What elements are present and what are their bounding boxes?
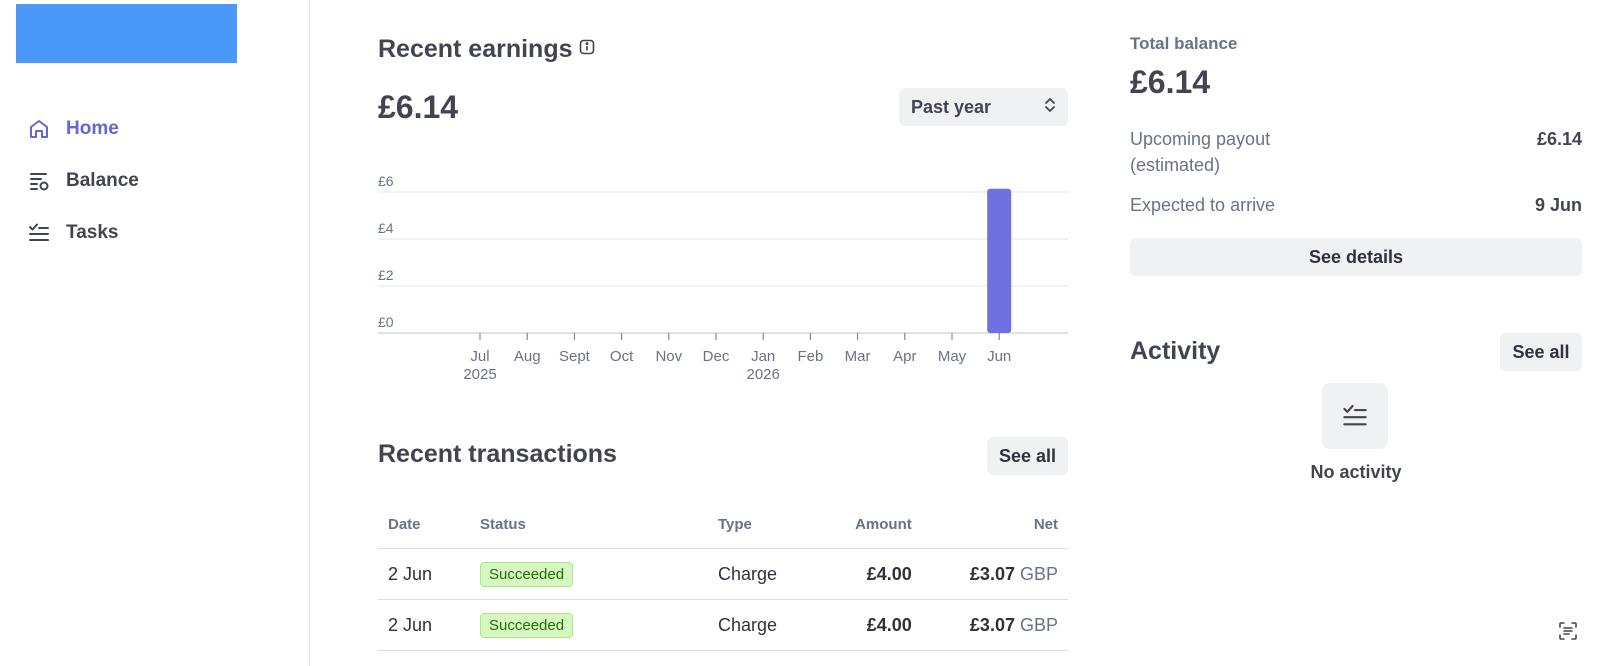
sidebar: Home Balance Tasks xyxy=(0,0,310,666)
home-icon xyxy=(26,116,52,142)
empty-activity-text: No activity xyxy=(1310,462,1402,482)
status-badge: Succeeded xyxy=(480,612,574,638)
activity-see-all-button[interactable]: See all xyxy=(1500,333,1582,371)
column-header-date: Date xyxy=(378,500,470,549)
tasks-icon xyxy=(26,220,52,246)
cell-type: Charge xyxy=(708,599,818,651)
transactions-title: Recent transactions xyxy=(378,440,617,468)
activity-title: Activity xyxy=(1130,337,1221,365)
upcoming-payout-sublabel: (estimated) xyxy=(1130,155,1221,175)
sidebar-item-label: Tasks xyxy=(66,222,119,243)
transactions-see-all-button[interactable]: See all xyxy=(987,437,1068,475)
table-row[interactable]: 2 Jun Succeeded Charge £4.00 £3.07 GBP xyxy=(378,599,1068,651)
earnings-title: Recent earnings xyxy=(378,35,573,63)
sidebar-item-tasks[interactable]: Tasks xyxy=(26,218,118,248)
tasks-icon xyxy=(1322,383,1388,449)
x-tick-label: Jan xyxy=(751,348,775,365)
y-tick-label: £6 xyxy=(378,173,394,189)
y-tick-label: £2 xyxy=(378,267,394,283)
cell-type: Charge xyxy=(708,548,818,600)
cell-date: 2 Jun xyxy=(378,599,470,651)
see-details-button[interactable]: See details xyxy=(1130,238,1582,276)
column-header-status: Status xyxy=(470,500,708,549)
date-range-value: Past year xyxy=(911,96,992,117)
column-header-net: Net xyxy=(921,500,1068,549)
balance-list-icon xyxy=(26,168,52,194)
net-currency: GBP xyxy=(1019,563,1058,584)
info-icon[interactable] xyxy=(579,39,595,60)
net-currency: GBP xyxy=(1019,614,1058,635)
y-tick-label: £4 xyxy=(378,220,394,236)
transactions-table: Date Status Type Amount Net 2 Jun Succee… xyxy=(378,500,1068,651)
expected-arrival-row: Expected to arrive 9 Jun xyxy=(1130,192,1582,218)
x-tick-label: Oct xyxy=(610,348,634,365)
cell-net: £3.07 GBP xyxy=(921,599,1068,651)
scan-text-icon[interactable] xyxy=(1558,621,1578,646)
x-tick-label: Dec xyxy=(703,348,730,365)
cell-date: 2 Jun xyxy=(378,548,470,600)
x-tick-label: Jun xyxy=(987,348,1011,365)
sidebar-item-label: Balance xyxy=(66,170,139,191)
sidebar-item-label: Home xyxy=(66,118,119,139)
column-header-amount: Amount xyxy=(818,500,922,549)
table-row[interactable]: 2 Jun Succeeded Charge £4.00 £3.07 GBP xyxy=(378,548,1068,600)
earnings-chart: £0 £2 £4 £6 Jul2025 Aug Sept Oct Nov Dec Jan2026 Fe… xyxy=(378,173,1068,383)
cell-status: Succeeded xyxy=(470,599,708,651)
x-tick-label: 2026 xyxy=(747,366,780,383)
earnings-header: Recent earnings xyxy=(378,35,595,64)
upcoming-payout-value: £6.14 xyxy=(1536,129,1582,149)
upcoming-payout-row: Upcoming payout (estimated) £6.14 xyxy=(1130,126,1582,178)
cell-amount: £4.00 xyxy=(818,548,922,600)
cell-net: £3.07 GBP xyxy=(921,548,1068,600)
brand-logo[interactable] xyxy=(16,4,237,63)
sidebar-item-home[interactable]: Home xyxy=(26,114,119,144)
x-tick-label: Feb xyxy=(797,348,823,365)
net-amount: £3.07 xyxy=(969,614,1015,635)
x-tick-label: Jul xyxy=(470,348,489,365)
balance-panel: Total balance £6.14 Upcoming payout (est… xyxy=(1130,0,1582,666)
x-tick-label: May xyxy=(938,348,967,365)
cell-status: Succeeded xyxy=(470,548,708,600)
chart-bar xyxy=(987,188,1012,333)
x-tick-label: Apr xyxy=(893,348,916,365)
y-tick-label: £0 xyxy=(378,314,394,330)
main-content: Recent earnings £6.14 Past year £0 £2 £4 £6… xyxy=(378,0,1068,666)
status-badge: Succeeded xyxy=(480,561,574,587)
sidebar-item-balance[interactable]: Balance xyxy=(26,166,139,196)
earnings-amount: £6.14 xyxy=(378,89,459,125)
cell-amount: £4.00 xyxy=(818,599,922,651)
expected-arrival-label: Expected to arrive xyxy=(1130,195,1276,215)
date-range-select[interactable]: Past year xyxy=(899,88,1068,126)
x-tick-label: Nov xyxy=(655,348,682,365)
chevron-up-down-icon xyxy=(1044,96,1056,119)
total-balance-amount: £6.14 xyxy=(1130,64,1211,100)
upcoming-payout-label: Upcoming payout xyxy=(1130,129,1271,149)
net-amount: £3.07 xyxy=(969,563,1015,584)
x-tick-label: Sept xyxy=(559,348,591,365)
column-header-type: Type xyxy=(708,500,818,549)
expected-arrival-value: 9 Jun xyxy=(1534,195,1582,215)
x-tick-label: Mar xyxy=(845,348,871,365)
x-tick-label: Aug xyxy=(514,348,541,365)
total-balance-label: Total balance xyxy=(1130,34,1238,53)
table-header-row: Date Status Type Amount Net xyxy=(378,500,1068,549)
x-tick-label: 2025 xyxy=(463,366,496,383)
